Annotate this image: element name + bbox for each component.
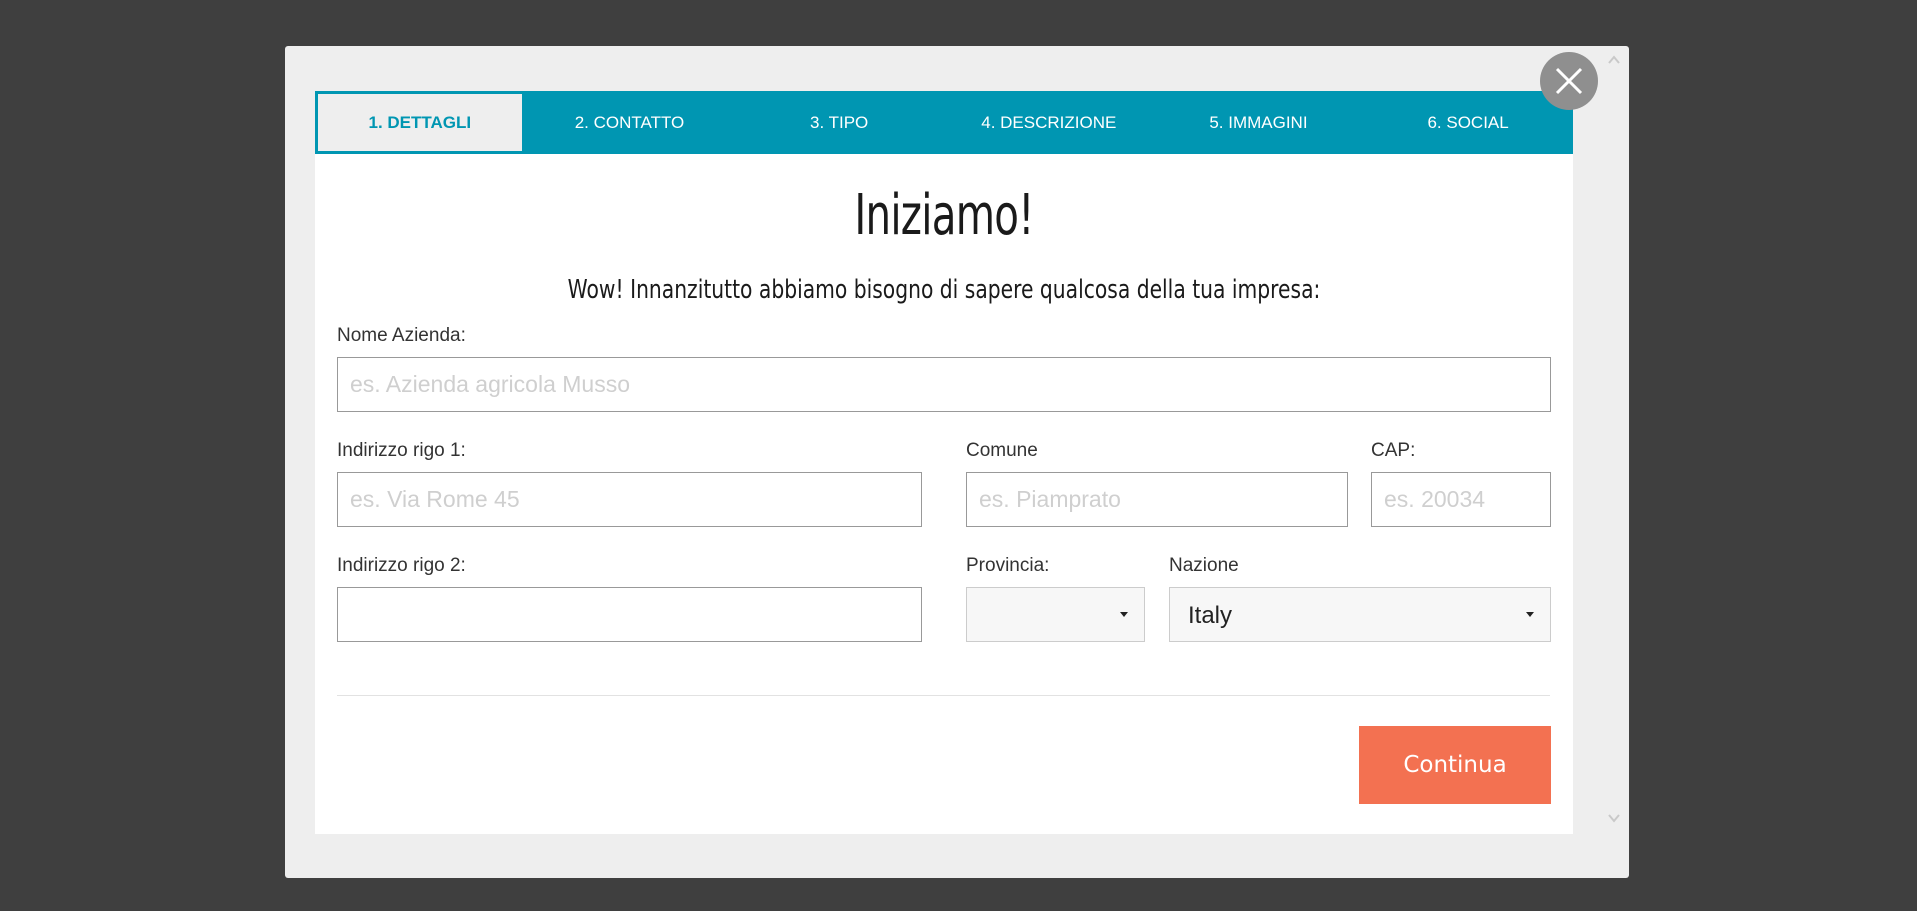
company-name-input[interactable] bbox=[337, 357, 1551, 412]
comune-input[interactable] bbox=[966, 472, 1348, 527]
cap-input[interactable] bbox=[1371, 472, 1551, 527]
page-title: Iniziamo! bbox=[854, 183, 1034, 248]
chevron-up-icon[interactable] bbox=[1606, 52, 1622, 68]
divider bbox=[337, 695, 1550, 696]
tab-contatto[interactable]: 2. CONTATTO bbox=[525, 91, 735, 154]
caret-down-icon bbox=[1120, 612, 1128, 617]
company-name-label: Nome Azienda: bbox=[337, 325, 466, 346]
provincia-select[interactable] bbox=[966, 587, 1145, 642]
caret-down-icon bbox=[1526, 612, 1534, 617]
provincia-label: Provincia: bbox=[966, 555, 1050, 576]
nazione-select[interactable]: Italy bbox=[1169, 587, 1551, 642]
tab-dettagli[interactable]: 1. DETTAGLI bbox=[315, 91, 525, 154]
tab-immagini[interactable]: 5. IMMAGINI bbox=[1154, 91, 1364, 154]
modal-scrollbar[interactable] bbox=[1600, 46, 1628, 836]
address1-label: Indirizzo rigo 1: bbox=[337, 440, 466, 461]
chevron-down-icon[interactable] bbox=[1606, 810, 1622, 826]
close-button[interactable] bbox=[1540, 52, 1598, 110]
nazione-selected-value: Italy bbox=[1188, 602, 1233, 629]
form-panel: 1. DETTAGLI 2. CONTATTO 3. TIPO 4. DESCR… bbox=[315, 91, 1573, 834]
address1-input[interactable] bbox=[337, 472, 922, 527]
comune-label: Comune bbox=[966, 440, 1038, 461]
close-icon bbox=[1555, 67, 1583, 95]
page-subtitle: Wow! Innanzitutto abbiamo bisogno di sap… bbox=[567, 275, 1321, 305]
step-tabs: 1. DETTAGLI 2. CONTATTO 3. TIPO 4. DESCR… bbox=[315, 91, 1573, 154]
continue-button[interactable]: Continua bbox=[1359, 726, 1551, 804]
cap-label: CAP: bbox=[1371, 440, 1416, 461]
nazione-label: Nazione bbox=[1169, 555, 1239, 576]
tab-tipo[interactable]: 3. TIPO bbox=[734, 91, 944, 154]
address2-label: Indirizzo rigo 2: bbox=[337, 555, 466, 576]
address2-input[interactable] bbox=[337, 587, 922, 642]
tab-descrizione[interactable]: 4. DESCRIZIONE bbox=[944, 91, 1154, 154]
